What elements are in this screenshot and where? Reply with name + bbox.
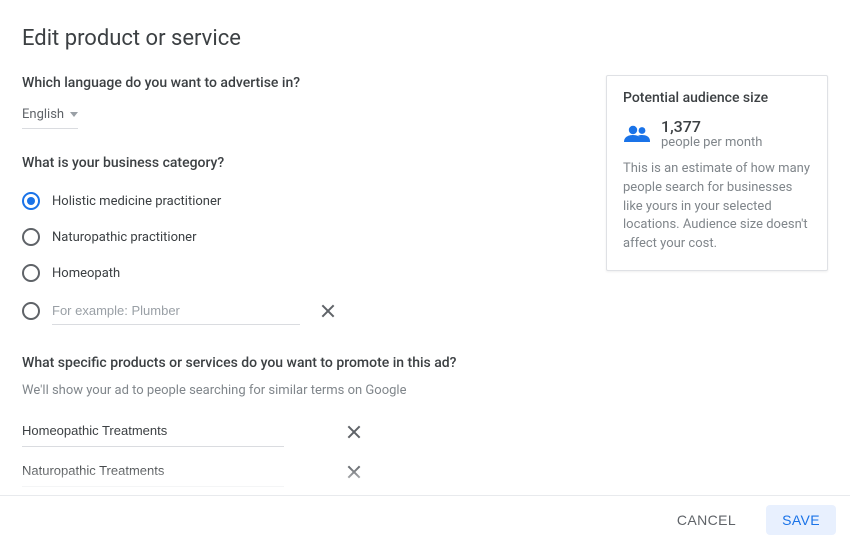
product-input[interactable] bbox=[22, 417, 284, 447]
chevron-down-icon bbox=[70, 112, 78, 117]
audience-desc: This is an estimate of how many people s… bbox=[623, 160, 811, 254]
cancel-button[interactable]: CANCEL bbox=[661, 505, 752, 535]
category-option-label: Holistic medicine practitioner bbox=[52, 194, 221, 209]
radio-checked-icon[interactable] bbox=[22, 192, 40, 210]
product-row bbox=[22, 412, 570, 452]
category-label: What is your business category? bbox=[22, 155, 570, 171]
category-option-custom[interactable] bbox=[22, 293, 570, 329]
products-label: What specific products or services do yo… bbox=[22, 355, 570, 371]
radio-unchecked-icon[interactable] bbox=[22, 264, 40, 282]
category-option[interactable]: Homeopath bbox=[22, 255, 570, 291]
clear-icon[interactable] bbox=[318, 301, 338, 321]
category-option[interactable]: Naturopathic practitioner bbox=[22, 219, 570, 255]
audience-card: Potential audience size 1,377 people per… bbox=[606, 75, 828, 271]
audience-unit: people per month bbox=[661, 136, 762, 150]
language-label: Which language do you want to advertise … bbox=[22, 75, 570, 91]
category-option-label: Naturopathic practitioner bbox=[52, 230, 196, 245]
people-icon bbox=[623, 124, 651, 144]
category-radio-group: Holistic medicine practitioner Naturopat… bbox=[22, 183, 570, 329]
save-button[interactable]: SAVE bbox=[766, 505, 836, 535]
language-selected: English bbox=[22, 107, 64, 122]
page-title: Edit product or service bbox=[0, 0, 850, 51]
category-option-label: Homeopath bbox=[52, 266, 120, 281]
category-option[interactable]: Holistic medicine practitioner bbox=[22, 183, 570, 219]
clear-icon[interactable] bbox=[344, 422, 364, 442]
language-dropdown[interactable]: English bbox=[22, 103, 78, 129]
radio-unchecked-icon[interactable] bbox=[22, 228, 40, 246]
audience-title: Potential audience size bbox=[623, 90, 811, 106]
product-input[interactable] bbox=[22, 457, 284, 487]
category-custom-input[interactable] bbox=[52, 297, 300, 325]
products-sublabel: We'll show your ad to people searching f… bbox=[22, 383, 570, 398]
footer-bar: CANCEL SAVE bbox=[0, 495, 850, 543]
audience-number: 1,377 bbox=[661, 118, 762, 136]
clear-icon[interactable] bbox=[344, 462, 364, 482]
radio-unchecked-icon[interactable] bbox=[22, 302, 40, 320]
product-row bbox=[22, 452, 570, 492]
